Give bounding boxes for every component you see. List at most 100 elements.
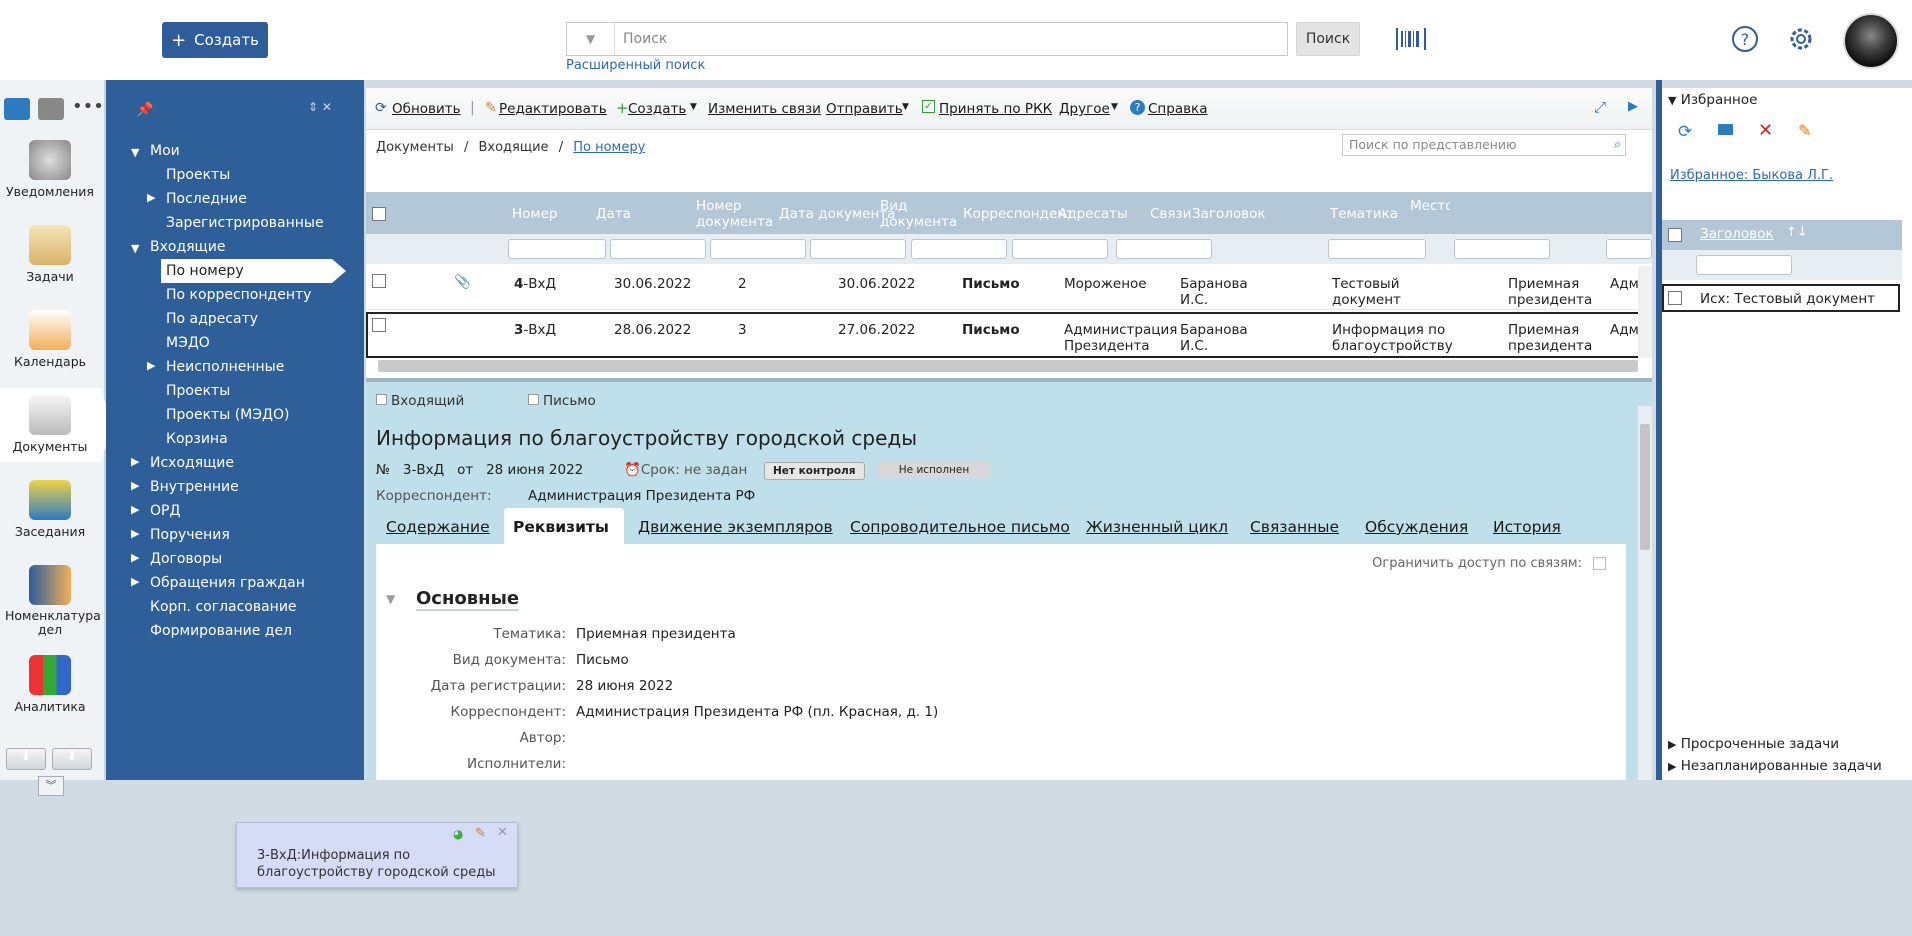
row-checkbox[interactable]	[372, 318, 386, 332]
col-header[interactable]: Номер документа	[696, 198, 776, 230]
edit-icon[interactable]: ✎	[1798, 121, 1811, 140]
tab-content[interactable]: Содержание	[386, 518, 490, 536]
col-header[interactable]: Заголовок	[1192, 206, 1266, 222]
tab-discussions[interactable]: Обсуждения	[1365, 518, 1468, 536]
filter-input[interactable]	[1606, 239, 1652, 259]
tab-requisites[interactable]: Реквизиты	[513, 518, 609, 536]
pin-icon[interactable]: 📌	[136, 102, 153, 118]
app-calendar[interactable]: Календарь	[0, 310, 100, 369]
refresh-icon[interactable]: ⟳	[1678, 122, 1692, 142]
nav-by-correspondent[interactable]: По корреспонденту	[166, 287, 311, 303]
filter-input[interactable]	[710, 239, 806, 259]
nav-by-number[interactable]: По номеру	[166, 263, 244, 279]
filter-input[interactable]	[911, 239, 1007, 259]
barcode-icon[interactable]	[1396, 28, 1426, 50]
app-notifications[interactable]: Уведомления	[0, 140, 100, 199]
close-icon[interactable]: ✕	[497, 825, 508, 840]
send-button[interactable]: Отправить	[826, 101, 903, 117]
edit-button[interactable]: Редактировать	[499, 101, 607, 117]
nav-case-formation[interactable]: Формирование дел	[150, 623, 292, 639]
advanced-search-link[interactable]: Расширенный поиск	[566, 58, 705, 73]
folder-icon[interactable]	[1718, 124, 1733, 135]
sort-icon[interactable]: ↑↓	[1786, 225, 1808, 240]
unplanned-tasks-header[interactable]: ▶ Незапланированные задачи	[1668, 758, 1882, 774]
gear-icon[interactable]	[1786, 24, 1816, 54]
nav-contracts[interactable]: Договоры	[150, 551, 222, 567]
create-doc-button[interactable]: Создать	[628, 101, 686, 117]
grid-hscroll[interactable]	[378, 360, 1638, 372]
scroll-thumb[interactable]	[1640, 424, 1650, 550]
recent-doc-popup[interactable]: ◕ ✎ ✕ 3-ВхД:Информация по благоустройств…	[236, 822, 518, 888]
briefcase-icon[interactable]	[4, 98, 30, 120]
view-search-input[interactable]: Поиск по представлению ⌕	[1342, 134, 1626, 156]
nav-unfulfilled[interactable]: Неисполненные	[166, 359, 284, 375]
avatar[interactable]	[1843, 13, 1899, 69]
tab-copies[interactable]: Движение экземпляров	[638, 518, 833, 536]
nav-internal[interactable]: Внутренние	[150, 479, 239, 495]
overdue-tasks-header[interactable]: ▶ Просроченные задачи	[1668, 736, 1839, 752]
nav-ord[interactable]: ОРД	[150, 503, 180, 519]
change-links-button[interactable]: Изменить связи	[708, 101, 821, 117]
control-badge[interactable]: Нет контроля	[764, 462, 865, 480]
favorites-header[interactable]: ▼ Избранное	[1668, 92, 1757, 108]
edit-icon[interactable]: ✎	[475, 826, 486, 841]
nav-my[interactable]: Мои	[150, 143, 180, 159]
col-header[interactable]: Вид документа	[880, 198, 957, 230]
col-header[interactable]: Адресаты	[1058, 206, 1128, 222]
refresh-button[interactable]: Обновить	[392, 101, 461, 117]
favorites-user-link[interactable]: Избранное: Быкова Л.Г.	[1670, 168, 1833, 183]
chart-icon[interactable]: ◕	[453, 827, 463, 841]
search-button[interactable]: Поиск	[1296, 22, 1360, 56]
nav-assignments[interactable]: Поручения	[150, 527, 230, 543]
help-button[interactable]: Справка	[1148, 101, 1207, 117]
nav-trash[interactable]: Корзина	[166, 431, 228, 447]
help-icon[interactable]: ?	[1730, 24, 1760, 54]
app-documents[interactable]: Документы	[0, 395, 100, 454]
nav-registered[interactable]: Зарегистрированные	[166, 215, 324, 231]
nav-citizen-appeals[interactable]: Обращения граждан	[150, 575, 305, 591]
col-header[interactable]: Место регист	[1410, 198, 1450, 214]
more-icon[interactable]: •••	[72, 96, 104, 117]
filter-input[interactable]	[1012, 239, 1108, 259]
table-row-selected[interactable]: 3-ВхД 28.06.2022 3 27.06.2022 Письмо Адм…	[366, 312, 1652, 358]
filter-input[interactable]	[1116, 239, 1212, 259]
create-button[interactable]: + Создать	[162, 22, 268, 58]
col-header[interactable]: Дата	[596, 206, 631, 222]
nav-corp-approval[interactable]: Корп. согласование	[150, 599, 297, 615]
app-analytics[interactable]: Аналитика	[0, 655, 100, 714]
filter-input[interactable]	[1328, 239, 1426, 259]
other-button[interactable]: Другое	[1059, 101, 1110, 117]
detail-vscroll[interactable]	[1638, 406, 1652, 780]
play-icon[interactable]: ▶	[1628, 99, 1638, 114]
nav-by-addressee[interactable]: По адресату	[166, 311, 258, 327]
tab-history[interactable]: История	[1493, 518, 1561, 536]
filter-date[interactable]	[610, 239, 706, 259]
tab-lifecycle[interactable]: Жизненный цикл	[1086, 518, 1228, 536]
filter-input[interactable]	[1454, 239, 1550, 259]
splitter[interactable]	[366, 378, 1652, 382]
collapse-section-icon[interactable]: ▼	[386, 592, 395, 606]
nav-projects-medo[interactable]: Проекты (МЭДО)	[166, 407, 289, 423]
tag-incoming[interactable]: Входящий	[376, 393, 464, 409]
tag-letter[interactable]: Письмо	[528, 393, 596, 409]
col-header[interactable]: Номер	[512, 206, 557, 222]
row-checkbox[interactable]	[372, 274, 386, 288]
filter-date[interactable]	[810, 239, 906, 259]
col-header-title[interactable]: Заголовок	[1700, 226, 1774, 242]
breadcrumb-documents[interactable]: Документы	[376, 140, 454, 155]
app-tasks[interactable]: Задачи	[0, 225, 100, 284]
select-all-checkbox[interactable]	[372, 207, 386, 221]
filter-input[interactable]	[1696, 255, 1792, 275]
tab-cover-letter[interactable]: Сопроводительное письмо	[850, 518, 1070, 536]
scroll-up-button[interactable]: ⬆	[6, 748, 46, 770]
breadcrumb-by-number[interactable]: По номеру	[573, 140, 645, 155]
nav-my-projects[interactable]: Проекты	[166, 167, 230, 183]
favorites-row[interactable]: Исх: Тестовый документ	[1662, 284, 1900, 312]
fullscreen-icon[interactable]: ⤢	[1594, 98, 1606, 116]
col-header[interactable]: Дата документа	[779, 206, 895, 222]
search-input[interactable]	[623, 23, 1273, 55]
scroll-down-button[interactable]: ⬇	[52, 748, 92, 770]
row-checkbox[interactable]	[1668, 291, 1682, 305]
nav-outgoing[interactable]: Исходящие	[150, 455, 234, 471]
nav-medo[interactable]: МЭДО	[166, 335, 210, 351]
